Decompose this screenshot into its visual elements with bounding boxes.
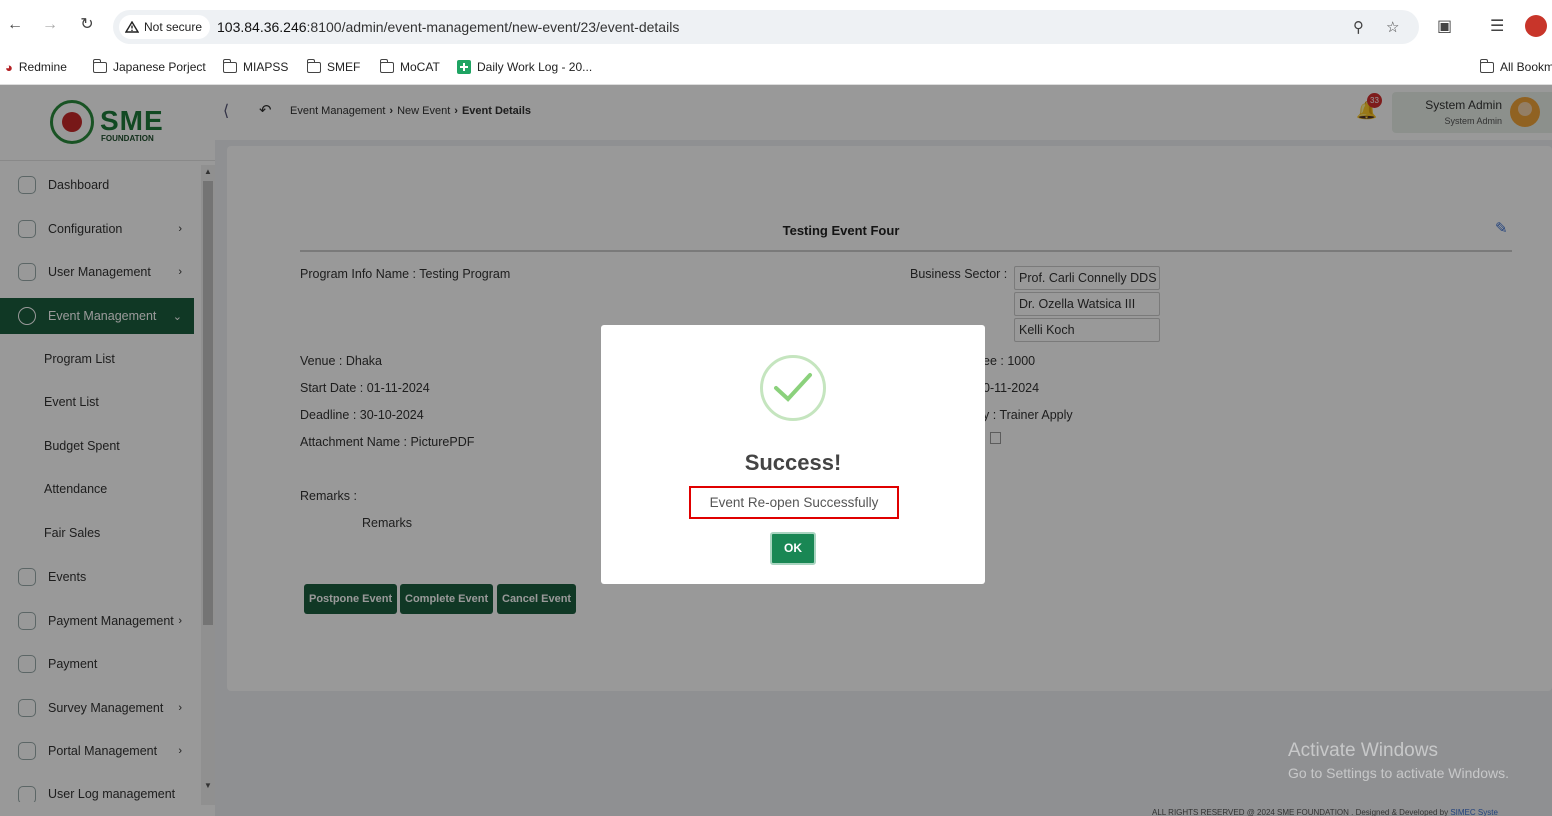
success-title: Success!	[744, 450, 842, 475]
back-arrow-icon[interactable]: ←	[5, 15, 25, 35]
bookmark-daily-work-log[interactable]: Daily Work Log - 20...	[457, 56, 592, 78]
forward-arrow-icon[interactable]: →	[40, 15, 60, 35]
folder-icon	[1479, 58, 1494, 73]
folder-icon	[306, 58, 321, 73]
folder-icon	[222, 58, 237, 73]
success-modal: Success! Event Re-open Successfully OK	[601, 325, 985, 584]
bookmark-star-icon[interactable]: ☆	[1386, 18, 1399, 36]
profile-avatar-icon[interactable]	[1525, 15, 1547, 37]
reload-icon[interactable]: ↻	[77, 15, 97, 35]
url-text[interactable]: 103.84.36.246:8100/admin/event-managemen…	[217, 19, 679, 35]
bookmark-smef[interactable]: SMEF	[306, 56, 360, 78]
security-label: Not secure	[144, 20, 203, 34]
redmine-icon: ◕	[5, 59, 13, 75]
folder-icon	[379, 58, 394, 73]
bookmark-japanese-porject[interactable]: Japanese Porject	[92, 56, 206, 78]
bookmarks-bar: ◕ Redmine Japanese Porject MIAPSS SMEF M…	[0, 52, 1552, 85]
checkmark-icon	[774, 373, 812, 402]
extensions-icon[interactable]: ▣	[1437, 16, 1452, 36]
not-secure-chip[interactable]: Not secure	[119, 15, 211, 39]
bookmark-miapss[interactable]: MIAPSS	[222, 56, 288, 78]
success-message: Event Re-open Successfully	[689, 486, 899, 519]
media-control-icon[interactable]: ☰	[1490, 16, 1504, 36]
address-bar[interactable]: Not secure 103.84.36.246:8100/admin/even…	[113, 10, 1419, 44]
ok-button[interactable]: OK	[770, 532, 816, 565]
bookmark-mocat[interactable]: MoCAT	[379, 56, 440, 78]
windows-watermark-title: Activate Windows	[1288, 740, 1438, 761]
warning-icon	[125, 21, 139, 33]
zoom-icon[interactable]: ⚲	[1353, 18, 1364, 36]
browser-toolbar: ← → ↻ Not secure 103.84.36.246:8100/admi…	[0, 0, 1552, 52]
sheets-icon	[457, 60, 471, 74]
bookmark-all-bookmarks[interactable]: All Bookm	[1479, 56, 1552, 78]
windows-watermark-subtitle: Go to Settings to activate Windows.	[1288, 765, 1509, 781]
folder-icon	[92, 58, 107, 73]
success-check-icon	[760, 355, 826, 421]
bookmark-redmine[interactable]: ◕ Redmine	[5, 56, 67, 78]
